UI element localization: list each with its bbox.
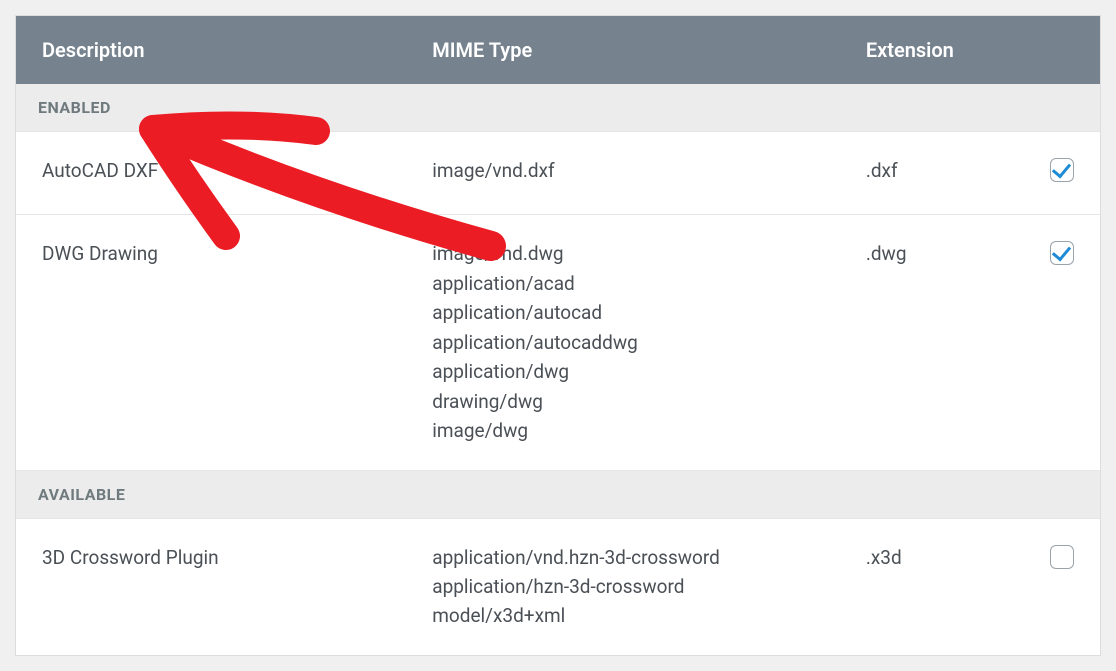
- row-extension: .dwg: [840, 215, 1024, 292]
- enable-checkbox[interactable]: [1050, 158, 1074, 182]
- row-mime: image/vnd.dxf: [406, 132, 840, 209]
- table-row: 3D Crossword Plugin application/vnd.hzn-…: [16, 519, 1100, 655]
- header-checkbox-col: [1024, 16, 1100, 84]
- enable-checkbox[interactable]: [1050, 241, 1074, 265]
- row-description: AutoCAD DXF: [16, 132, 406, 209]
- row-extension: .dxf: [840, 132, 1024, 209]
- row-extension: .x3d: [840, 519, 1024, 596]
- section-enabled: ENABLED: [16, 84, 1100, 132]
- row-description: DWG Drawing: [16, 215, 406, 292]
- row-mime: image/vnd.dwg application/acad applicati…: [406, 215, 840, 469]
- table-row: AutoCAD DXF image/vnd.dxf .dxf: [16, 132, 1100, 215]
- row-description: 3D Crossword Plugin: [16, 519, 406, 596]
- row-mime: application/vnd.hzn-3d-crossword applica…: [406, 519, 840, 655]
- table-header-row: Description MIME Type Extension: [16, 16, 1100, 84]
- table-row: DWG Drawing image/vnd.dwg application/ac…: [16, 215, 1100, 470]
- mime-types-table: Description MIME Type Extension ENABLED …: [15, 15, 1101, 656]
- header-extension: Extension: [840, 16, 1024, 84]
- enable-checkbox[interactable]: [1050, 545, 1074, 569]
- section-available: AVAILABLE: [16, 471, 1100, 519]
- header-mime: MIME Type: [406, 16, 840, 84]
- header-description: Description: [16, 16, 406, 84]
